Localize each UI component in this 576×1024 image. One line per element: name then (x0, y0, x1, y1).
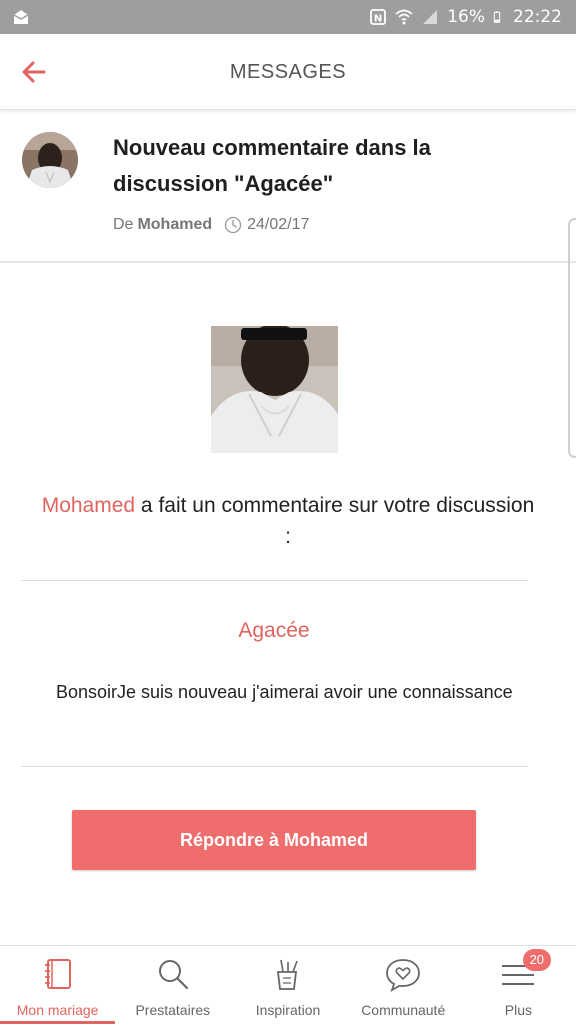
clock-time: 22:22 (513, 7, 562, 27)
nav-item-inspiration[interactable]: Inspiration (230, 946, 345, 1024)
bottom-nav: Mon mariage Prestataires Inspiration Com… (0, 945, 576, 1024)
search-icon (158, 960, 188, 990)
battery-percent: 16% (447, 7, 485, 27)
message-intro-text: a fait un commentaire sur votre discussi… (135, 494, 535, 548)
mail-icon (13, 10, 29, 24)
nav-item-plus[interactable]: 20 Plus (461, 946, 576, 1024)
clock-icon (224, 216, 242, 234)
message-author-link[interactable]: Mohamed (42, 494, 135, 517)
nav-label: Prestataires (135, 1002, 211, 1018)
chat-heart-icon (386, 959, 421, 992)
nav-item-prestataires[interactable]: Prestataires (115, 946, 230, 1024)
nav-item-mon-mariage[interactable]: Mon mariage (0, 946, 116, 1024)
message-intro: Mohamed a fait un commentaire sur votre … (40, 490, 536, 552)
signal-icon (423, 10, 438, 24)
nfc-icon: N (370, 9, 387, 25)
notification-author[interactable]: Mohamed (137, 216, 212, 234)
status-bar: N 16% 22:22 (0, 0, 576, 34)
divider (21, 580, 528, 581)
app-bar: MESSAGES (0, 34, 576, 110)
notification-title: Nouveau commentaire dans la discussion "… (113, 135, 431, 196)
reply-button[interactable]: Répondre à Mohamed (72, 810, 476, 870)
pencil-cup-icon (276, 959, 298, 990)
notification-badge: 20 (522, 949, 551, 971)
battery-icon (493, 11, 501, 23)
from-prefix: De (113, 216, 134, 233)
author-photo[interactable] (211, 326, 338, 453)
comment-text: BonsoirJe suis nouveau j'aimerai avoir u… (56, 682, 513, 702)
divider (21, 766, 528, 767)
nav-label: Mon mariage (16, 1002, 99, 1018)
scroll-indicator (568, 218, 576, 458)
nav-label: Plus (504, 1002, 533, 1018)
notebook-icon (44, 959, 71, 989)
wifi-icon (395, 9, 413, 25)
nav-label: Communauté (361, 1002, 446, 1018)
notification-date: 24/02/17 (247, 216, 310, 233)
page-title: MESSAGES (229, 61, 347, 83)
avatar[interactable] (22, 132, 78, 188)
discussion-title[interactable]: Agacée (0, 619, 548, 643)
notification-meta: De Mohamed 24/02/17 (113, 216, 309, 234)
svg-text:N: N (374, 14, 382, 25)
nav-item-communaute[interactable]: Communauté (346, 946, 461, 1024)
notification-header: Nouveau commentaire dans la discussion "… (0, 110, 576, 263)
nav-label: Inspiration (255, 1002, 321, 1018)
